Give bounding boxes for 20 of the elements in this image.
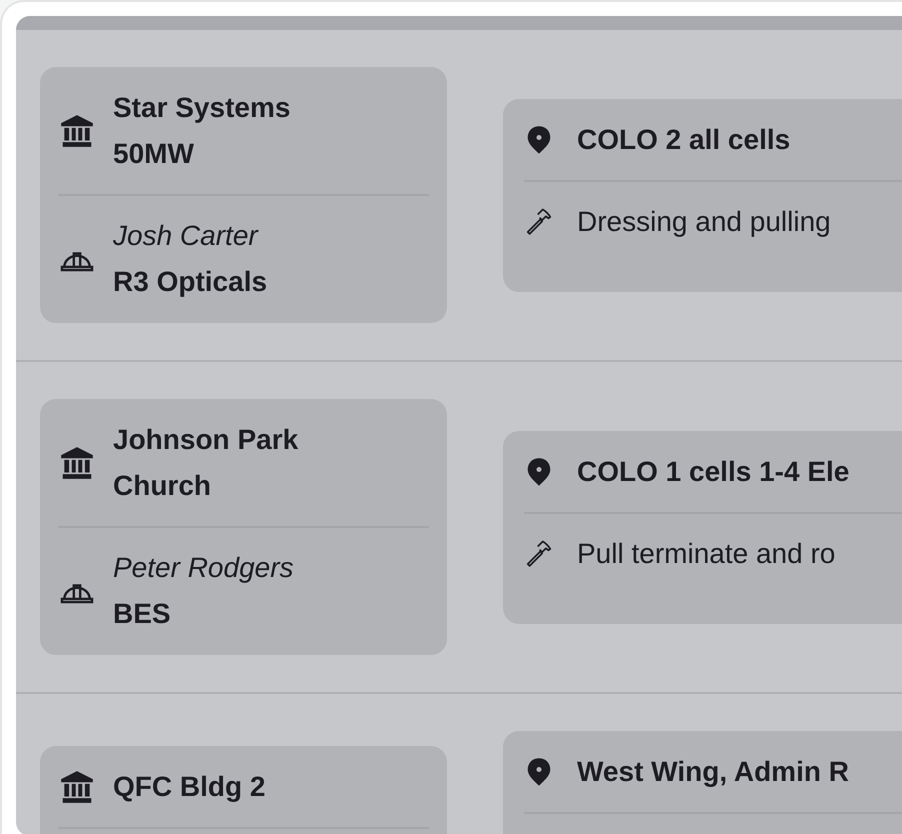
job-card[interactable]: COLO 1 cells 1-4 Ele Pull terminate and ro xyxy=(503,430,902,624)
hammer-icon xyxy=(524,206,554,236)
contact-name: Josh Carter xyxy=(113,219,260,253)
company-name: R3 Opticals xyxy=(113,265,268,299)
site-card[interactable]: QFC Bldg 2 xyxy=(40,746,447,834)
site-name: QFC Bldg 2 xyxy=(113,770,266,804)
location-text: West Wing, Admin R xyxy=(577,755,849,789)
task-text: Pull terminate and ro xyxy=(577,536,836,570)
job-card[interactable]: COLO 2 all cells Dressing and pulling xyxy=(503,98,902,292)
site-name: Star Systems 50MW xyxy=(113,91,292,171)
contact-name: Peter Rodgers xyxy=(113,551,294,585)
site-card[interactable]: Johnson Park Church Peter Rodgers BES xyxy=(40,399,447,655)
site-card[interactable]: Star Systems 50MW Josh Carter R3 Opticals xyxy=(40,67,447,323)
location-text: COLO 2 all cells xyxy=(577,122,790,156)
task-text: Dressing and pulling xyxy=(577,204,831,239)
location-text: COLO 1 cells 1-4 Ele xyxy=(577,454,850,488)
job-card[interactable]: West Wing, Admin R xyxy=(503,731,902,834)
company-name: BES xyxy=(113,597,172,631)
site-name: Johnson Park Church xyxy=(113,423,300,503)
hammer-icon xyxy=(524,538,554,568)
